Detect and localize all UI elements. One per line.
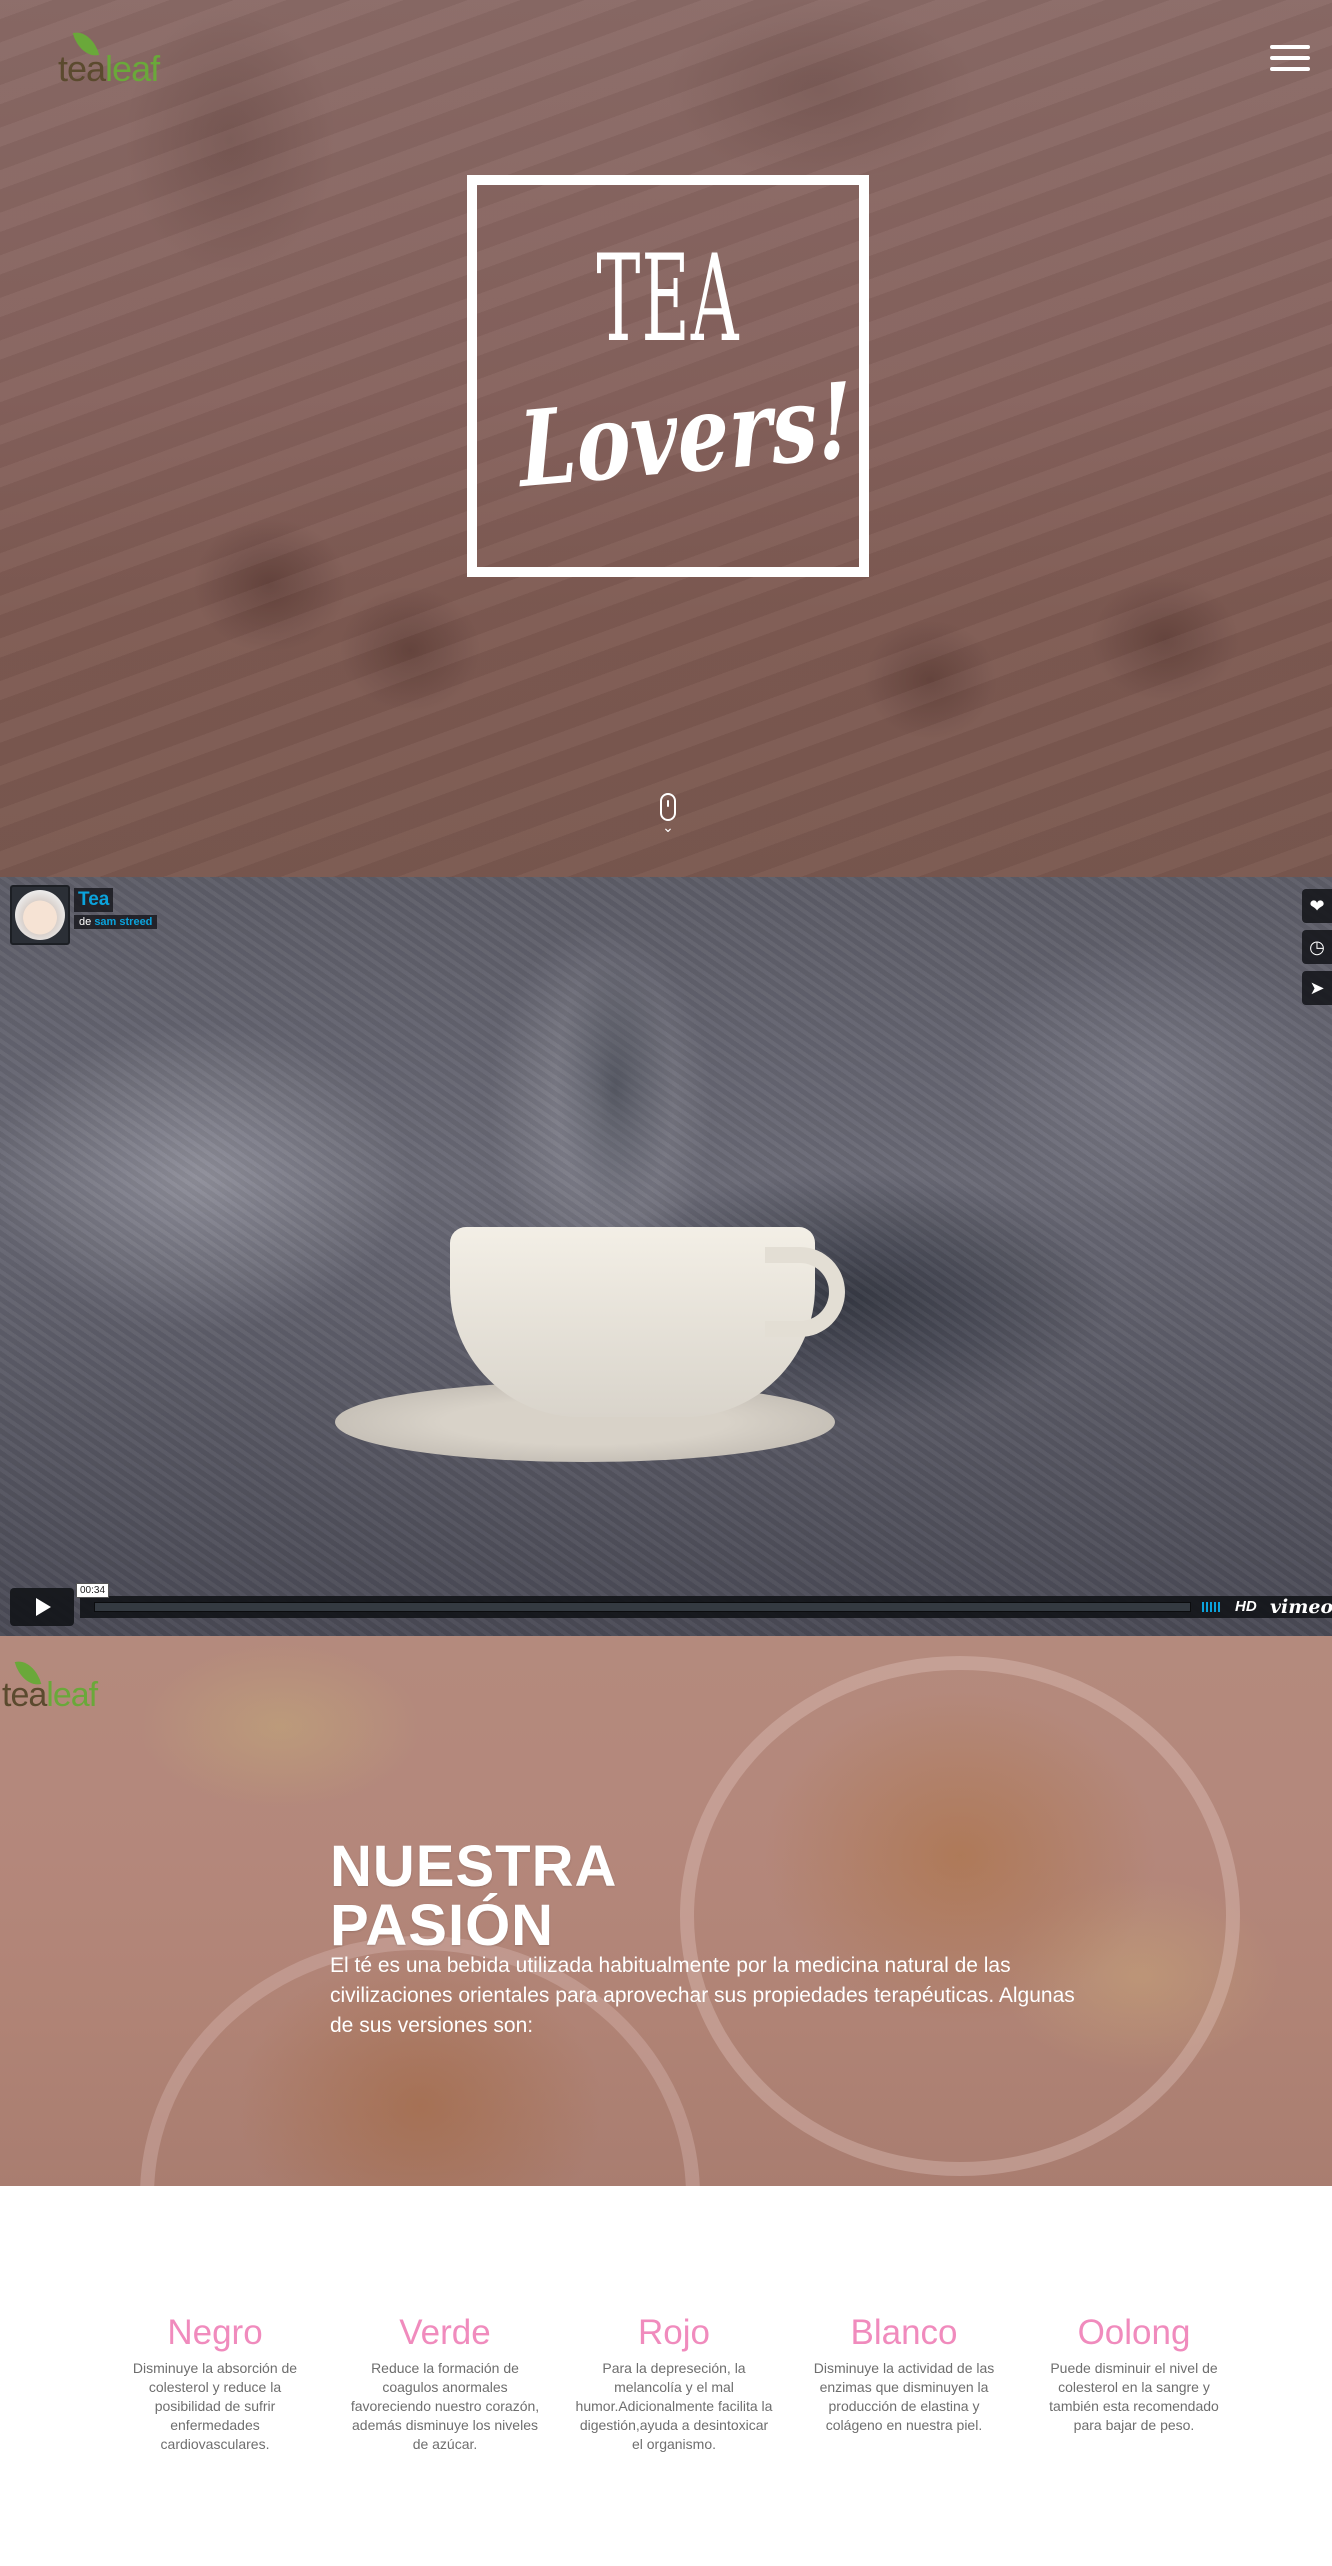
tea-type-verde: Verde Reduce la formación de coagulos an… (345, 2311, 545, 2454)
video-title[interactable]: Tea (74, 888, 114, 912)
tea-type-name: Negro (167, 2313, 263, 2352)
play-icon (36, 1598, 51, 1616)
tea-type-description: Para la depreseción, la melancolía y el … (575, 2360, 773, 2452)
video-frame-cup-handle (765, 1247, 845, 1337)
menu-line (1270, 67, 1310, 71)
video-side-actions: ❤ ◷ ➤ (1302, 889, 1332, 1012)
passion-description: El té es una bebida utilizada habitualme… (330, 1954, 1075, 2037)
logo[interactable]: tea leaf (58, 27, 160, 90)
mouse-scroll-icon (660, 793, 676, 821)
tea-type-description: Disminuye la absorción de colesterol y r… (132, 2360, 298, 2452)
hero-title-line-2: Lovers! (516, 358, 856, 512)
vimeo-logo-link[interactable]: vimeo (1270, 1596, 1332, 1618)
hero-title-line-1: TEA (596, 230, 740, 369)
tea-type-description: Puede disminuir el nivel de colesterol e… (1049, 2360, 1219, 2433)
video-controls: HD vimeo 00:34 (0, 1583, 1332, 1628)
avatar-image (15, 890, 65, 940)
passion-title-line-2: PASIÓN (330, 1893, 555, 1958)
tea-type-name: Verde (399, 2313, 491, 2352)
tea-type-description: Disminuye la actividad de las enzimas qu… (813, 2360, 995, 2433)
play-button[interactable] (10, 1588, 74, 1626)
menu-line (1270, 56, 1310, 60)
video-time: 00:34 (76, 1583, 110, 1598)
tea-types-section: Negro Disminuye la absorción de colester… (0, 2186, 1332, 2566)
video-frame-cup (450, 1227, 815, 1417)
passion-title: NUESTRA PASIÓN (330, 1837, 830, 1955)
hd-toggle[interactable]: HD (1235, 1598, 1257, 1615)
video-player[interactable]: Tea de sam streed ❤ ◷ ➤ HD vimeo 00:34 (0, 877, 1332, 1636)
hero-title-frame: TEA Lovers! (467, 175, 869, 577)
tea-type-name: Blanco (850, 2313, 958, 2352)
logo-text-leaf: leaf (46, 1676, 98, 1714)
tea-type-name: Rojo (638, 2313, 710, 2352)
passion-title-line-1: NUESTRA (330, 1834, 618, 1899)
tea-type-name: Oolong (1077, 2313, 1191, 2352)
video-frame-steam (555, 957, 675, 1217)
video-progress-track: HD vimeo (80, 1596, 1332, 1618)
progress-bar[interactable] (94, 1602, 1191, 1612)
hamburger-icon[interactable] (1270, 45, 1310, 73)
clock-icon[interactable]: ◷ (1302, 930, 1332, 964)
tea-type-description: Reduce la formación de coagulos anormale… (350, 2360, 540, 2452)
tea-type-negro: Negro Disminuye la absorción de colester… (115, 2311, 315, 2454)
menu-line (1270, 45, 1310, 49)
tea-type-oolong: Oolong Puede disminuir el nivel de coles… (1034, 2311, 1234, 2435)
scroll-down-button[interactable]: ⌄ (658, 793, 678, 835)
tea-type-blanco: Blanco Disminuye la actividad de las enz… (804, 2311, 1004, 2435)
logo[interactable]: tea leaf (2, 1656, 98, 1715)
author-avatar[interactable] (10, 885, 70, 945)
heart-icon[interactable]: ❤ (1302, 889, 1332, 923)
logo-text-leaf: leaf (105, 48, 160, 89)
paper-plane-icon[interactable]: ➤ (1302, 971, 1332, 1005)
volume-control[interactable] (1202, 1602, 1220, 1612)
chevron-down-icon: ⌄ (662, 819, 674, 835)
video-byline: de sam streed (74, 915, 158, 929)
tea-type-rojo: Rojo Para la depreseción, la melancolía … (574, 2311, 774, 2454)
byline-prefix: de (79, 916, 92, 928)
video-author-link[interactable]: sam streed (94, 916, 152, 928)
hero-section: tea leaf TEA Lovers! ⌄ (0, 0, 1332, 877)
passion-section: tea leaf NUESTRA PASIÓN El té es una beb… (0, 1636, 1332, 2186)
